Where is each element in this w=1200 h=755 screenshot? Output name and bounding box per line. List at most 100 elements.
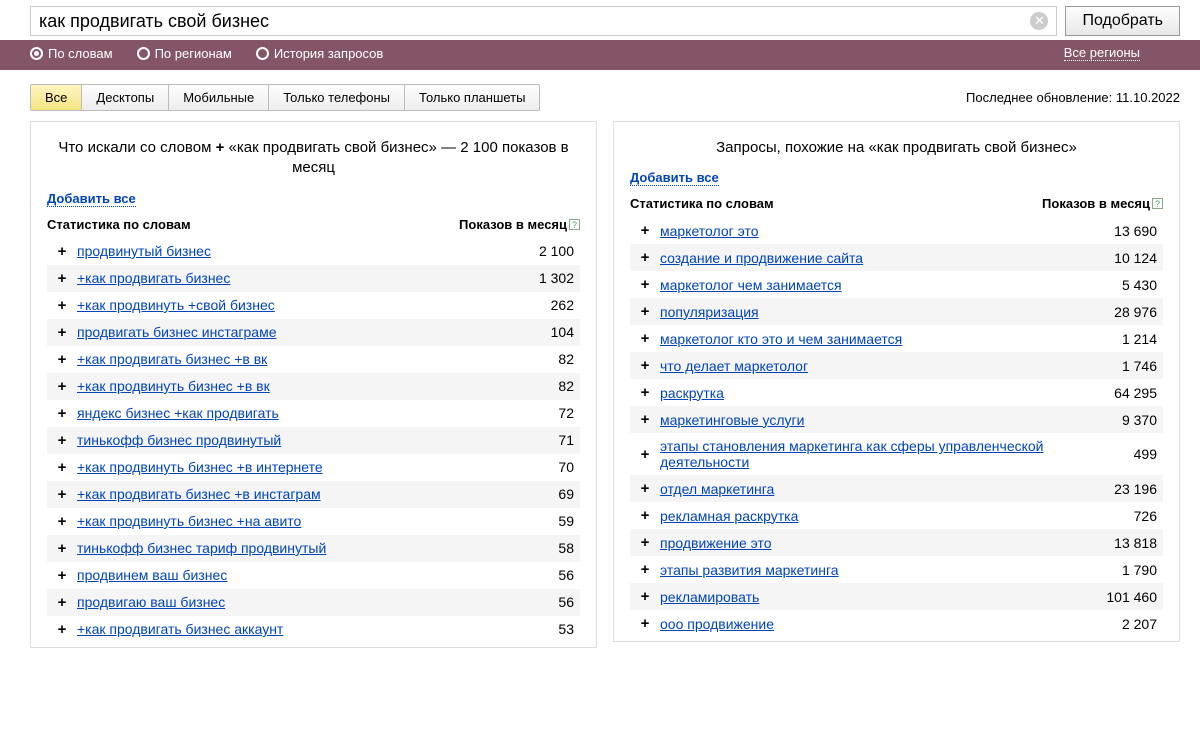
clear-icon[interactable]: ✕ (1030, 12, 1048, 30)
keyword-cell: маркетолог это (660, 223, 1083, 239)
keyword-cell: +как продвинуть бизнес +на авито (77, 513, 500, 529)
add-icon[interactable]: + (51, 378, 73, 395)
radio-by-regions[interactable]: По регионам (137, 46, 232, 61)
add-icon[interactable]: + (634, 330, 656, 347)
add-icon[interactable]: + (634, 534, 656, 551)
keyword-link[interactable]: +как продвинуть бизнес +на авито (77, 513, 301, 529)
keyword-link[interactable]: продвигать бизнес инстаграме (77, 324, 277, 340)
add-icon[interactable]: + (634, 384, 656, 401)
keyword-link[interactable]: рекламная раскрутка (660, 508, 798, 524)
shows-value: 59 (504, 513, 574, 529)
add-all-link[interactable]: Добавить все (47, 191, 136, 207)
add-icon[interactable]: + (634, 480, 656, 497)
keyword-link[interactable]: маркетолог чем занимается (660, 277, 842, 293)
keyword-link[interactable]: +как продвигать бизнес аккаунт (77, 621, 283, 637)
add-icon[interactable]: + (51, 351, 73, 368)
add-icon[interactable]: + (51, 324, 73, 341)
keyword-cell: маркетолог кто это и чем занимается (660, 331, 1083, 347)
topbar: ВсеДесктопыМобильныеТолько телефоныТольк… (0, 70, 1200, 121)
add-icon[interactable]: + (51, 459, 73, 476)
add-icon[interactable]: + (51, 270, 73, 287)
add-icon[interactable]: + (634, 615, 656, 632)
region-link[interactable]: Все регионы (1064, 45, 1140, 61)
keyword-link[interactable]: продвинем ваш бизнес (77, 567, 227, 583)
add-icon[interactable]: + (634, 249, 656, 266)
keyword-link[interactable]: маркетолог это (660, 223, 759, 239)
device-tab[interactable]: Только планшеты (405, 85, 539, 110)
table-row: ++как продвигать бизнес +в инстаграм69 (47, 481, 580, 508)
shows-value: 56 (504, 594, 574, 610)
keyword-link[interactable]: этапы развития маркетинга (660, 562, 839, 578)
add-icon[interactable]: + (51, 621, 73, 638)
keyword-link[interactable]: ооо продвижение (660, 616, 774, 632)
keyword-cell: продвижение это (660, 535, 1083, 551)
table-row: +отдел маркетинга23 196 (630, 475, 1163, 502)
keyword-link[interactable]: +как продвинуть бизнес +в интернете (77, 459, 323, 475)
add-icon[interactable]: + (51, 405, 73, 422)
add-icon[interactable]: + (51, 486, 73, 503)
radio-icon (137, 47, 150, 60)
add-icon[interactable]: + (51, 594, 73, 611)
add-icon[interactable]: + (634, 446, 656, 463)
radio-by-words[interactable]: По словам (30, 46, 113, 61)
keyword-link[interactable]: продвигаю ваш бизнес (77, 594, 225, 610)
table-row: +рекламировать101 460 (630, 583, 1163, 610)
keyword-link[interactable]: +как продвинуть +свой бизнес (77, 297, 275, 313)
help-icon[interactable]: ? (1152, 198, 1163, 209)
add-icon[interactable]: + (634, 276, 656, 293)
shows-value: 1 790 (1087, 562, 1157, 578)
add-icon[interactable]: + (51, 540, 73, 557)
keyword-link[interactable]: яндекс бизнес +как продвигать (77, 405, 279, 421)
table-row: +продвижение это13 818 (630, 529, 1163, 556)
add-icon[interactable]: + (634, 357, 656, 374)
device-tab[interactable]: Все (31, 85, 82, 110)
keyword-link[interactable]: +как продвигать бизнес (77, 270, 230, 286)
keyword-link[interactable]: +как продвигать бизнес +в вк (77, 351, 267, 367)
add-icon[interactable]: + (634, 411, 656, 428)
radio-history[interactable]: История запросов (256, 46, 384, 61)
shows-value: 1 214 (1087, 331, 1157, 347)
table-row: +этапы развития маркетинга 1 790 (630, 556, 1163, 583)
device-tab[interactable]: Десктопы (82, 85, 169, 110)
keyword-link[interactable]: маркетинговые услуги (660, 412, 804, 428)
keyword-link[interactable]: тинькофф бизнес тариф продвинутый (77, 540, 326, 556)
add-icon[interactable]: + (51, 513, 73, 530)
shows-value: 56 (504, 567, 574, 583)
add-all-link[interactable]: Добавить все (630, 170, 719, 186)
add-icon[interactable]: + (51, 432, 73, 449)
table-row: ++как продвинуть +свой бизнес 262 (47, 292, 580, 319)
keyword-link[interactable]: что делает маркетолог (660, 358, 808, 374)
keyword-link[interactable]: популяризация (660, 304, 759, 320)
keyword-link[interactable]: рекламировать (660, 589, 759, 605)
add-icon[interactable]: + (634, 507, 656, 524)
add-icon[interactable]: + (634, 222, 656, 239)
keyword-link[interactable]: отдел маркетинга (660, 481, 774, 497)
table-row: +тинькофф бизнес продвинутый71 (47, 427, 580, 454)
shows-value: 104 (504, 324, 574, 340)
table-row: +раскрутка64 295 (630, 379, 1163, 406)
search-input[interactable] (31, 7, 1030, 35)
help-icon[interactable]: ? (569, 219, 580, 230)
keyword-link[interactable]: +как продвигать бизнес +в инстаграм (77, 486, 321, 502)
add-icon[interactable]: + (51, 243, 73, 260)
keyword-link[interactable]: маркетолог кто это и чем занимается (660, 331, 902, 347)
device-tab[interactable]: Только телефоны (269, 85, 405, 110)
shows-value: 53 (504, 621, 574, 637)
search-button[interactable]: Подобрать (1065, 6, 1180, 36)
keyword-link[interactable]: +как продвинуть бизнес +в вк (77, 378, 270, 394)
keyword-link[interactable]: продвинутый бизнес (77, 243, 211, 259)
keyword-link[interactable]: этапы становления маркетинга как сферы у… (660, 438, 1044, 470)
add-icon[interactable]: + (634, 303, 656, 320)
keyword-link[interactable]: продвижение это (660, 535, 772, 551)
shows-value: 262 (504, 297, 574, 313)
shows-value: 72 (504, 405, 574, 421)
add-icon[interactable]: + (634, 588, 656, 605)
device-tab[interactable]: Мобильные (169, 85, 269, 110)
add-icon[interactable]: + (634, 561, 656, 578)
add-icon[interactable]: + (51, 567, 73, 584)
keyword-link[interactable]: раскрутка (660, 385, 724, 401)
add-icon[interactable]: + (51, 297, 73, 314)
table-row: ++как продвигать бизнес1 302 (47, 265, 580, 292)
keyword-link[interactable]: создание и продвижение сайта (660, 250, 863, 266)
keyword-link[interactable]: тинькофф бизнес продвинутый (77, 432, 281, 448)
